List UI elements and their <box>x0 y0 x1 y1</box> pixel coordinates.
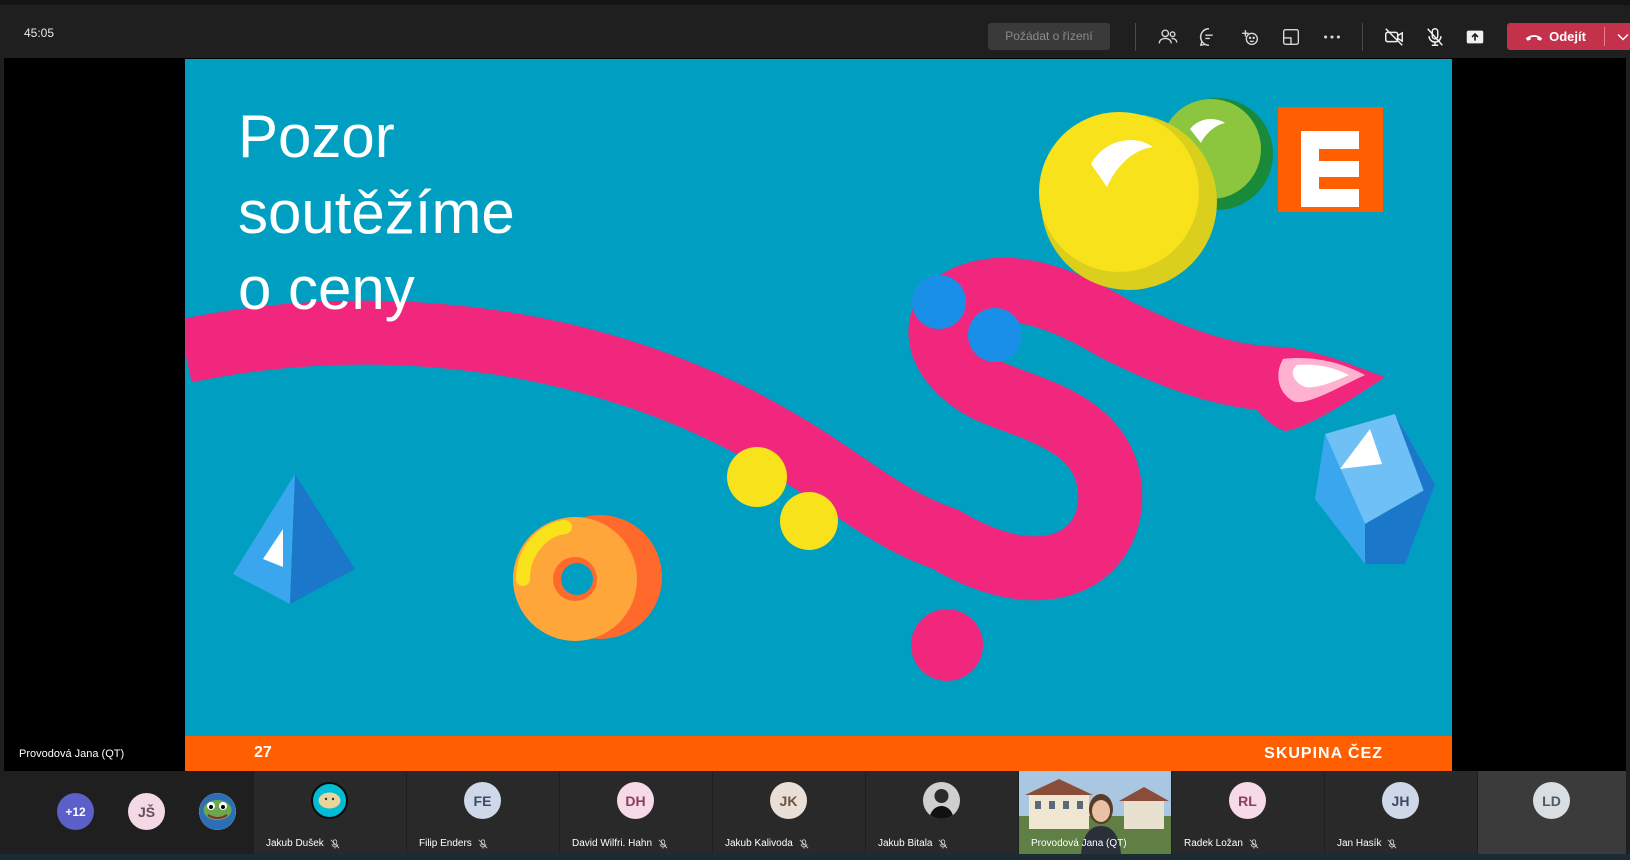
avatar[interactable] <box>199 793 236 830</box>
participant-name: Jan Hasík <box>1337 838 1397 849</box>
leave-label: Odejít <box>1549 29 1586 44</box>
leave-button[interactable]: Odejít <box>1507 23 1630 50</box>
mic-off-icon <box>799 838 809 849</box>
leave-button-main[interactable]: Odejít <box>1507 23 1604 50</box>
participant-name: David Wilfri. Hahn <box>572 838 668 849</box>
mic-off-icon <box>658 838 668 849</box>
leave-split-divider <box>1604 27 1605 46</box>
participants-icon[interactable] <box>1155 24 1181 50</box>
participant-name: Provodová Jana (QT) <box>1031 838 1127 849</box>
avatar[interactable]: JŠ <box>128 793 165 830</box>
request-control-button[interactable]: Požádat o řízení <box>988 23 1110 50</box>
meeting-timer: 45:05 <box>24 26 55 40</box>
meeting-toolbar: 45:05 Požádat o řízení Odejít <box>0 0 1630 58</box>
avatar: DH <box>617 782 654 819</box>
slide-title-line: Pozor <box>238 103 395 170</box>
avatar: JH <box>1382 782 1419 819</box>
slide-page-number: 27 <box>254 744 272 761</box>
share-screen-icon[interactable] <box>1462 24 1488 50</box>
avatar <box>311 782 348 819</box>
participant-tile[interactable]: Jakub Dušek <box>254 771 406 854</box>
more-icon[interactable] <box>1319 24 1345 50</box>
toolbar-divider <box>1135 23 1136 51</box>
mic-off-icon <box>478 838 488 849</box>
overflow-participants-button[interactable]: +12 <box>57 793 94 830</box>
frog-avatar-icon <box>199 793 236 830</box>
camera-off-icon[interactable] <box>1381 24 1407 50</box>
presenter-label: Provodová Jana (QT) <box>19 748 125 760</box>
toolbar-divider <box>1362 23 1363 51</box>
participant-name: Radek Ložan <box>1184 838 1259 849</box>
reactions-icon[interactable] <box>1237 24 1263 50</box>
avatar: LD <box>1533 782 1570 819</box>
mic-off-icon[interactable] <box>1422 24 1448 50</box>
avatar: JK <box>770 782 807 819</box>
participant-tile[interactable]: JK Jakub Kalivoda <box>713 771 865 854</box>
avatar <box>923 782 960 819</box>
slide-title-line: o ceny <box>238 255 415 322</box>
avatar: FE <box>464 782 501 819</box>
participant-gallery: +12 JŠ Jakub Dušek FE Filip Enders DH Da… <box>0 771 1630 860</box>
participant-tile[interactable]: FE Filip Enders <box>407 771 559 854</box>
rooms-icon[interactable] <box>1278 24 1304 50</box>
participant-video-tile[interactable]: Provodová Jana (QT) <box>1019 771 1171 854</box>
mic-off-icon <box>330 838 340 849</box>
presentation-slide: Pozor soutěžíme o ceny 27 SKUPINA ČEZ <box>185 59 1452 771</box>
participant-name: Jakub Kalivoda <box>725 838 809 849</box>
shared-content-stage: Pozor soutěžíme o ceny 27 SKUPINA ČEZ Pr… <box>0 58 1630 771</box>
slide-title-line: soutěžíme <box>238 179 515 246</box>
participant-tile[interactable]: DH David Wilfri. Hahn <box>560 771 712 854</box>
window-bottom-edge <box>0 854 1630 860</box>
participant-name: Jakub Dušek <box>266 838 340 849</box>
participant-tile[interactable]: LD <box>1478 771 1626 854</box>
participant-tile[interactable]: RL Radek Ložan <box>1172 771 1324 854</box>
chat-icon[interactable] <box>1196 24 1222 50</box>
participant-tile[interactable]: JH Jan Hasík <box>1325 771 1477 854</box>
participant-tile[interactable]: Jakub Bitala <box>866 771 1018 854</box>
slide-brand: SKUPINA ČEZ <box>1264 745 1383 762</box>
slide-title: Pozor soutěžíme o ceny <box>238 99 515 327</box>
hang-up-icon <box>1525 34 1543 41</box>
slide-footer: 27 SKUPINA ČEZ <box>185 736 1452 771</box>
mic-off-icon <box>1388 838 1397 849</box>
potato-avatar-icon <box>318 792 341 809</box>
mic-off-icon <box>1249 838 1259 849</box>
mic-off-icon <box>939 838 948 849</box>
participant-name: Jakub Bitala <box>878 838 948 849</box>
avatar: RL <box>1229 782 1266 819</box>
chevron-down-icon[interactable] <box>1607 23 1630 50</box>
participant-name: Filip Enders <box>419 838 488 849</box>
photo-avatar-icon <box>923 782 960 819</box>
